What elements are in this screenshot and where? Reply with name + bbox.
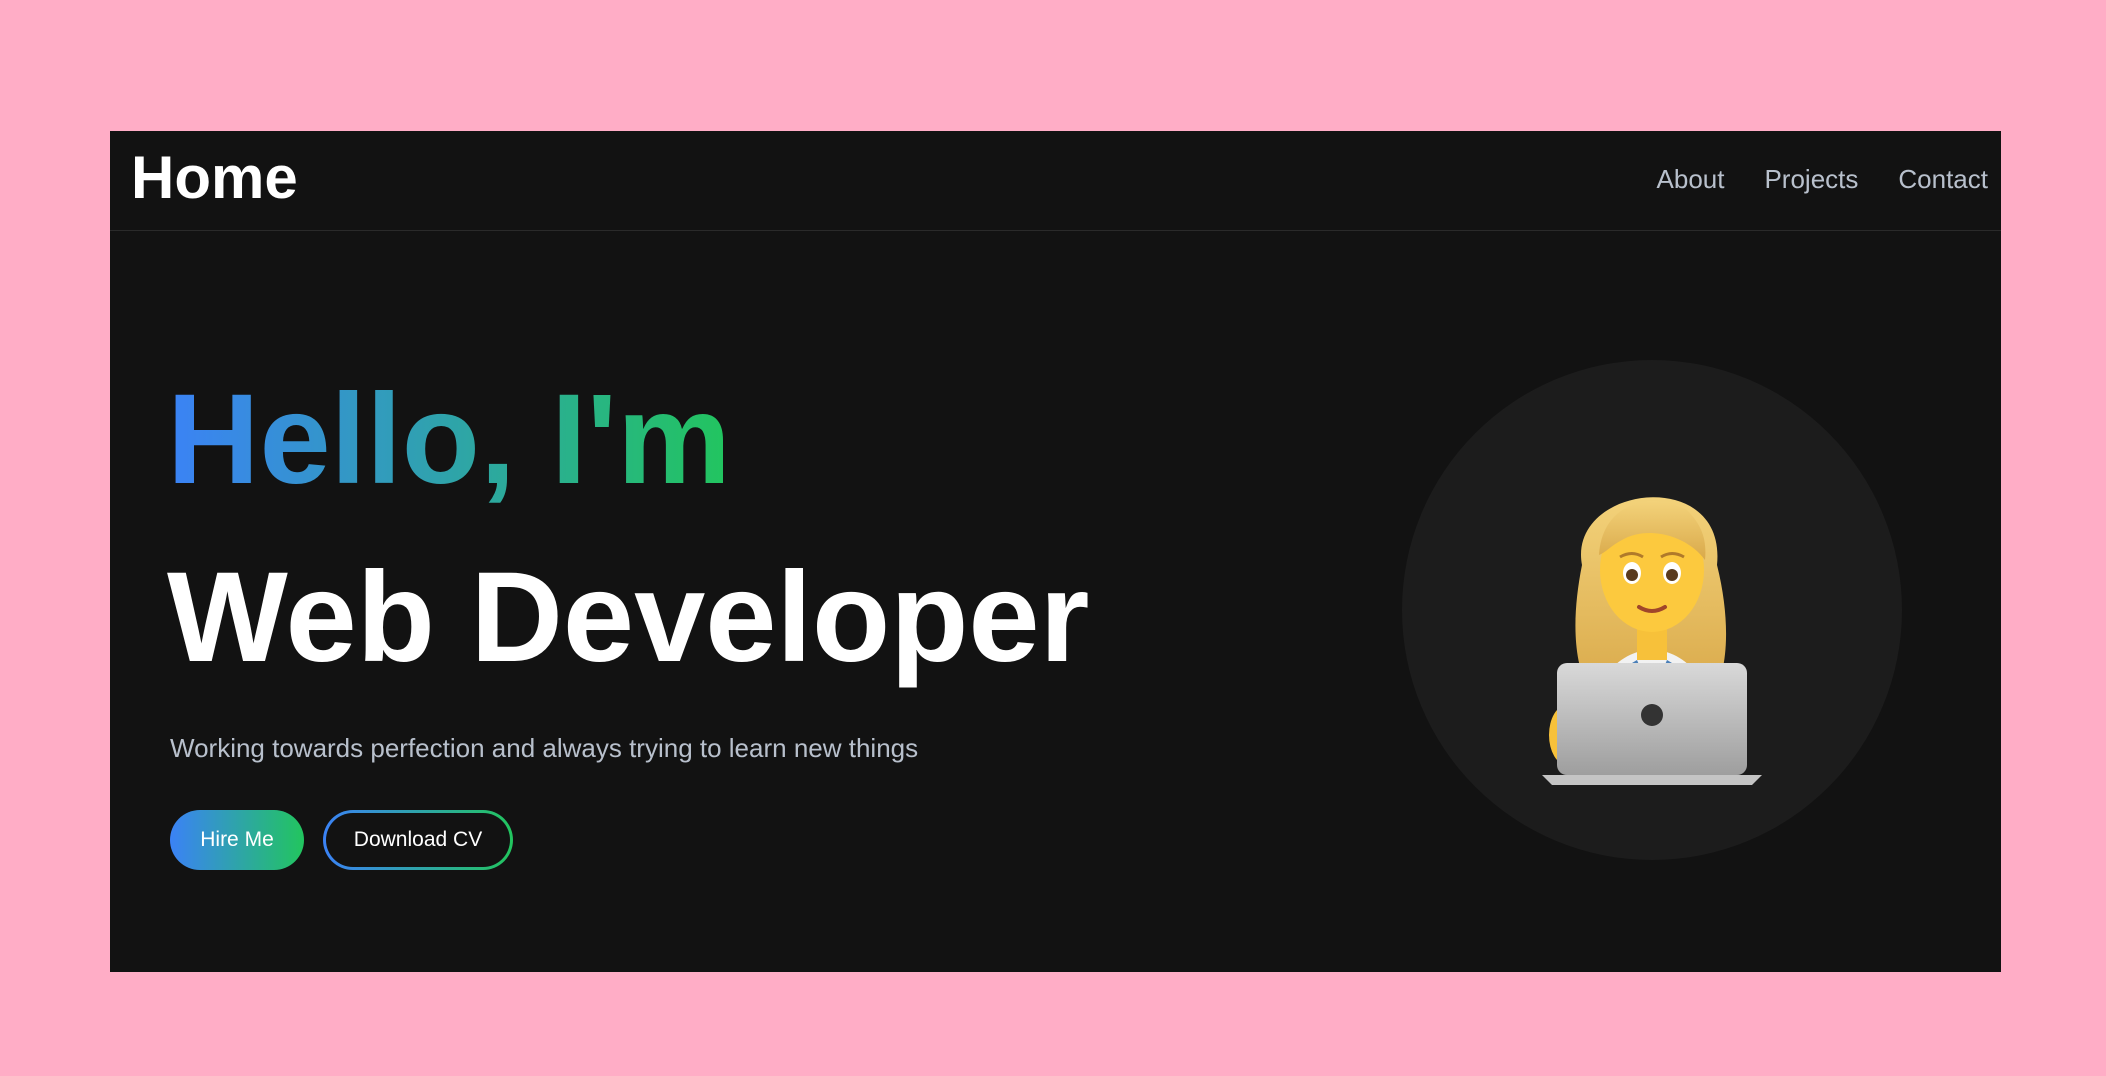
nav-link-contact[interactable]: Contact xyxy=(1898,166,1988,192)
hire-me-button[interactable]: Hire Me xyxy=(170,810,304,870)
download-cv-button[interactable]: Download CV xyxy=(323,810,513,870)
woman-technologist-icon xyxy=(1542,497,1762,785)
download-cv-label: Download CV xyxy=(326,813,510,867)
avatar-circle xyxy=(1402,360,1902,860)
portfolio-window: Home About Projects Contact Hello, I'm W… xyxy=(110,131,2001,972)
hero-subtitle: Working towards perfection and always tr… xyxy=(170,733,919,763)
navbar: Home About Projects Contact xyxy=(110,131,2001,231)
hero-greeting: Hello, I'm xyxy=(167,368,731,511)
hero-role-title: Web Developer xyxy=(167,546,1090,689)
home-link[interactable]: Home xyxy=(131,148,298,208)
nav-link-about[interactable]: About xyxy=(1657,166,1725,192)
nav-link-projects[interactable]: Projects xyxy=(1764,166,1858,192)
nav-links: About Projects Contact xyxy=(1657,166,1988,192)
